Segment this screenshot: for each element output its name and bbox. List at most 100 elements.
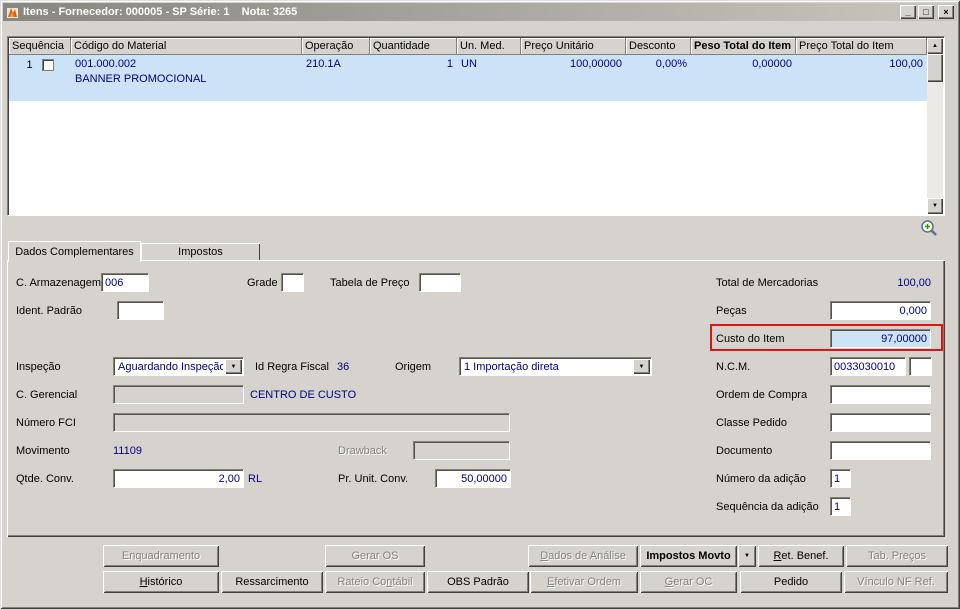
window-controls: _ □ ×	[900, 5, 954, 19]
app-icon	[7, 7, 18, 18]
origem-label: Origem	[395, 361, 432, 373]
column-header-peso-total[interactable]: Peso Total do Item	[691, 38, 796, 55]
pecas-field-box	[830, 301, 931, 320]
inspecao-dropdown-icon[interactable]: ▼	[225, 359, 242, 374]
drawback-field-box	[413, 441, 510, 460]
grade-field-box	[281, 273, 304, 292]
ncm-extra-field[interactable]	[910, 358, 931, 375]
scroll-down-icon[interactable]: ▼	[927, 198, 943, 214]
ncm-extra-field-box	[909, 357, 932, 376]
pecas-field[interactable]	[831, 302, 930, 319]
titlebar[interactable]: Itens - Fornecedor: 000005 - SP Série: 1…	[3, 3, 957, 21]
historico-button[interactable]: Histórico	[103, 571, 219, 593]
pedido-button[interactable]: Pedido	[740, 571, 842, 593]
id-regra-fiscal-value: 36	[337, 361, 350, 373]
id-regra-fiscal-label: Id Regra Fiscal	[255, 361, 329, 373]
pr-unit-conv-field[interactable]	[436, 470, 510, 487]
column-header-quantidade[interactable]: Quantidade	[370, 38, 457, 55]
grid-header: Sequência Código do Material Operação Qu…	[9, 38, 927, 55]
column-header-desconto[interactable]: Desconto	[626, 38, 691, 55]
c-armazenagem-field-box	[101, 273, 149, 292]
grade-field[interactable]	[282, 274, 303, 291]
ressarcimento-button[interactable]: Ressarcimento	[221, 571, 323, 593]
documento-field[interactable]	[831, 442, 930, 459]
maximize-icon[interactable]: □	[918, 5, 934, 19]
qtde-conv-field[interactable]	[114, 470, 243, 487]
gerar-oc-button: Gerar OC	[640, 571, 737, 593]
ordem-compra-field-box	[830, 385, 931, 404]
scroll-thumb[interactable]	[927, 54, 943, 82]
centro-de-custo-note: CENTRO DE CUSTO	[250, 389, 357, 401]
grade-label: Grade	[247, 277, 278, 289]
impostos-movto-button[interactable]: Impostos Movto	[640, 545, 737, 567]
zoom-button[interactable]	[920, 219, 938, 237]
scroll-up-icon[interactable]: ▲	[927, 38, 943, 54]
ident-padrao-field[interactable]	[118, 302, 163, 319]
column-header-sequencia[interactable]: Sequência	[9, 38, 71, 55]
custo-item-label: Custo do Item	[716, 333, 785, 345]
tab-dados-complementares[interactable]: Dados Complementares	[8, 241, 141, 262]
qtde-conv-label: Qtde. Conv.	[16, 473, 74, 485]
column-header-preco-total[interactable]: Preço Total do Item	[796, 38, 927, 55]
tabela-preco-label: Tabela de Preço	[330, 277, 410, 289]
cell-preco-unitario: 100,00000	[570, 58, 622, 70]
minimize-icon[interactable]: _	[900, 5, 916, 19]
documento-label: Documento	[716, 445, 773, 457]
cell-preco-total: 100,00	[889, 58, 923, 70]
numero-fci-field	[114, 414, 509, 431]
ident-padrao-label: Ident. Padrão	[16, 305, 83, 317]
drawback-field	[414, 442, 509, 459]
classe-pedido-label: Classe Pedido	[716, 417, 787, 429]
column-header-codigo-material[interactable]: Código do Material	[71, 38, 302, 55]
row-checkbox[interactable]	[41, 59, 54, 71]
dados-complementares-panel: C. Armazenagem Grade Tabela de Preço Tot…	[7, 260, 945, 537]
sequencia-adicao-field[interactable]	[831, 498, 850, 515]
row-number: 1	[26, 59, 33, 71]
c-armazenagem-field[interactable]	[102, 274, 148, 291]
numero-adicao-field-box	[830, 469, 851, 488]
classe-pedido-field[interactable]	[831, 414, 930, 431]
column-header-operacao[interactable]: Operação	[302, 38, 370, 55]
column-header-un-med[interactable]: Un. Med.	[457, 38, 521, 55]
cell-operacao: 210.1A	[306, 58, 341, 70]
custo-item-field[interactable]	[831, 330, 930, 347]
numero-adicao-field[interactable]	[831, 470, 850, 487]
custo-item-field-box	[830, 329, 931, 348]
ordem-compra-field[interactable]	[831, 386, 930, 403]
ret-benef-button[interactable]: Ret. Benef.	[758, 545, 844, 567]
pecas-label: Peças	[716, 305, 747, 317]
numero-fci-field-box	[113, 413, 510, 432]
pr-unit-conv-field-box	[435, 469, 511, 488]
ncm-field[interactable]	[831, 358, 905, 375]
cell-quantidade: 1	[446, 58, 453, 70]
origem-dropdown-icon[interactable]: ▼	[633, 359, 650, 374]
total-mercadorias-value: 100,00	[897, 277, 931, 289]
origem-combobox[interactable]: 1 Importação direta ▼	[459, 357, 652, 376]
grid-body[interactable]: 1 001.000.002 BANNER PROMOCIONAL 210.1A …	[9, 55, 927, 214]
origem-value: 1 Importação direta	[464, 361, 559, 373]
c-armazenagem-label: C. Armazenagem	[16, 277, 101, 289]
dados-de-analise-button: Dados de Análise	[528, 545, 638, 567]
vinculo-nf-ref-button: Vínculo NF Ref.	[844, 571, 948, 593]
tab-impostos[interactable]: Impostos	[141, 243, 260, 261]
tabela-preco-field[interactable]	[420, 274, 460, 291]
impostos-movto-dropdown-icon[interactable]: ▼	[738, 545, 756, 567]
enquadramento-button: Enquadramento	[103, 545, 219, 567]
column-header-preco-unitario[interactable]: Preço Unitário	[521, 38, 626, 55]
obs-padrao-button[interactable]: OBS Padrão	[427, 571, 529, 593]
cell-sequencia: 1	[9, 55, 71, 101]
window-title: Itens - Fornecedor: 000005 - SP Série: 1…	[23, 6, 298, 18]
c-gerencial-field-box	[113, 385, 244, 404]
numero-adicao-label: Número da adição	[716, 473, 806, 485]
tabela-preco-field-box	[419, 273, 461, 292]
material-code: 001.000.002	[75, 58, 137, 70]
cell-peso-total: 0,00000	[752, 58, 792, 70]
inspecao-combobox[interactable]: Aguardando Inspeção ▼	[113, 357, 244, 376]
grid-scrollbar[interactable]: ▲ ▼	[927, 38, 943, 214]
qtde-conv-field-box	[113, 469, 244, 488]
close-icon[interactable]: ×	[938, 5, 954, 19]
c-gerencial-label: C. Gerencial	[16, 389, 78, 401]
grid-row-selected[interactable]: 1 001.000.002 BANNER PROMOCIONAL 210.1A …	[9, 55, 927, 101]
cell-un-med: UN	[461, 58, 477, 70]
sequencia-adicao-label: Sequência da adição	[716, 501, 819, 513]
